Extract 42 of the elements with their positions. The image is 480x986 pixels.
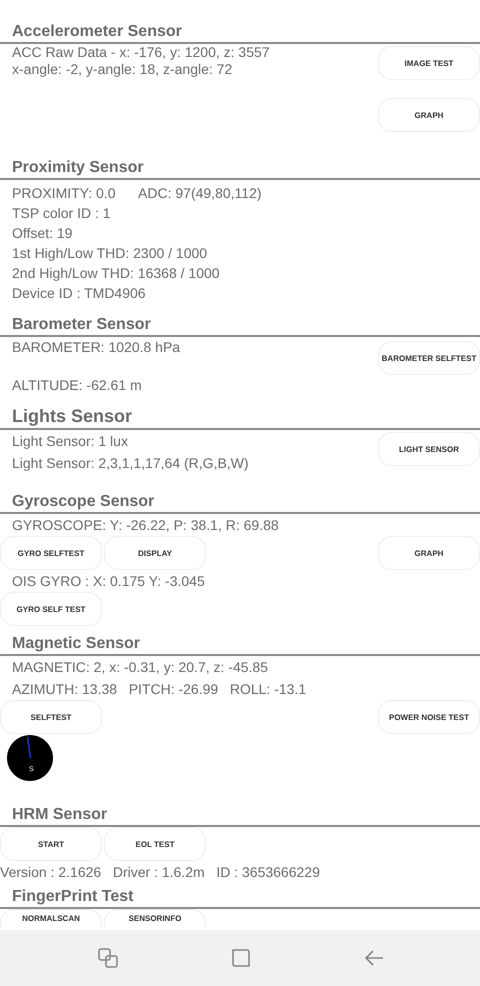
sensor-reading: MAGNETIC: 2, x: -0.31, y: 20.7, z: -45.85 — [11, 658, 269, 677]
test-button[interactable]: DISPLAY — [104, 536, 206, 570]
section-title: Lights Sensor — [11, 405, 134, 427]
recent-apps-icon[interactable] — [97, 947, 119, 969]
test-button[interactable]: IMAGE TEST — [378, 46, 480, 80]
test-button[interactable]: LIGHT SENSOR — [378, 432, 480, 466]
sensor-reading: BAROMETER: 1020.8 hPa — [11, 338, 182, 357]
section-title: Barometer Sensor — [11, 315, 152, 334]
sensor-reading: Light Sensor: 2,3,1,1,17,64 (R,G,B,W) — [11, 454, 250, 473]
sensor-reading: ACC Raw Data - x: -176, y: 1200, z: 3557 — [11, 44, 271, 61]
test-button[interactable]: GRAPH — [378, 536, 480, 570]
sensor-reading: ALTITUDE: -62.61 m — [11, 376, 143, 395]
test-button[interactable]: GYRO SELF TEST — [0, 592, 102, 626]
sensor-reading: 2nd High/Low THD: 16368 / 1000 — [11, 264, 221, 283]
test-button[interactable]: NORMALSCAN — [0, 909, 102, 927]
section-title: Magnetic Sensor — [11, 634, 142, 653]
test-button[interactable]: SELFTEST — [0, 700, 102, 734]
test-button[interactable]: START — [0, 827, 102, 861]
test-button[interactable]: EOL TEST — [104, 827, 206, 861]
sensor-reading: OIS GYRO : X: 0.175 Y: -3.045 — [11, 572, 206, 591]
sensor-reading: AZIMUTH: 13.38 PITCH: -26.99 ROLL: -13.1 — [11, 680, 308, 699]
section-title: Gyroscope Sensor — [11, 492, 156, 511]
test-button[interactable]: GYRO SELFTEST — [0, 536, 102, 570]
test-button[interactable]: GRAPH — [378, 98, 480, 132]
sensor-reading: Light Sensor: 1 lux — [11, 432, 129, 451]
section-title: FingerPrint Test — [11, 887, 134, 906]
sensor-reading: GYROSCOPE: Y: -26.22, P: 38.1, R: 69.88 — [11, 516, 280, 535]
compass-needle-icon — [26, 737, 32, 758]
sensor-reading: TSP color ID : 1 — [11, 204, 112, 223]
sensor-reading: Offset: 19 — [11, 224, 74, 243]
test-button[interactable]: SENSORINFO — [104, 909, 206, 927]
sensor-reading: Device ID : TMD4906 — [11, 284, 147, 303]
section-title: Proximity Sensor — [11, 158, 145, 177]
sensor-reading: PROXIMITY: 0.0 ADC: 97(49,80,112) — [11, 184, 263, 203]
test-button[interactable]: POWER NOISE TEST — [378, 700, 480, 734]
section-title: Accelerometer Sensor — [11, 22, 183, 41]
test-button[interactable]: BAROMETER SELFTEST — [378, 341, 480, 375]
sensor-reading: 1st High/Low THD: 2300 / 1000 — [11, 244, 208, 263]
section-title: HRM Sensor — [11, 805, 108, 824]
sensor-reading: x-angle: -2, y-angle: 18, z-angle: 72 — [11, 61, 234, 78]
sensor-reading: Version : 2.1626 Driver : 1.6.2m ID : 3653666229 — [0, 863, 321, 882]
home-icon[interactable] — [230, 947, 252, 969]
